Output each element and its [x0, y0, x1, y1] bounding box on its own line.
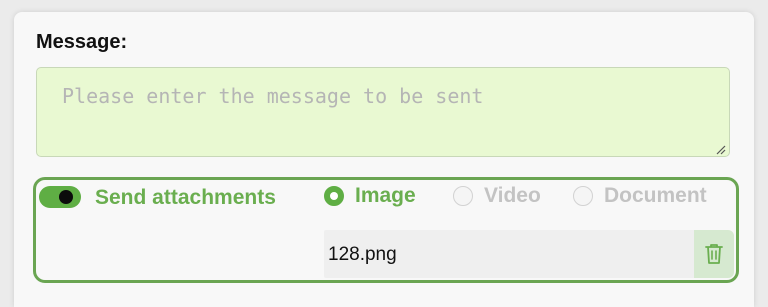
radio-document[interactable]: Document: [573, 184, 707, 208]
message-label: Message:: [36, 31, 128, 53]
send-attachments-toggle[interactable]: [39, 186, 81, 208]
radio-video-label: Video: [484, 184, 541, 207]
send-attachments-label[interactable]: Send attachments: [95, 186, 276, 210]
radio-circle-icon: [324, 186, 344, 206]
radio-document-label: Document: [604, 184, 707, 207]
radio-image-label: Image: [355, 184, 416, 207]
message-textarea[interactable]: [36, 67, 730, 157]
radio-circle-icon: [573, 186, 593, 206]
message-card: Message: Send attachments Image Video Do…: [14, 12, 754, 307]
resize-grip-icon[interactable]: [716, 145, 726, 155]
radio-image[interactable]: Image: [324, 184, 416, 208]
radio-circle-icon: [453, 186, 473, 206]
trash-icon: [705, 244, 723, 264]
file-name: 128.png: [328, 244, 397, 265]
delete-attachment-button[interactable]: [694, 230, 734, 278]
attachments-panel: Send attachments Image Video Document 12…: [33, 177, 739, 283]
attached-file-field[interactable]: 128.png: [324, 230, 734, 278]
radio-video[interactable]: Video: [453, 184, 541, 208]
toggle-knob: [59, 190, 73, 204]
